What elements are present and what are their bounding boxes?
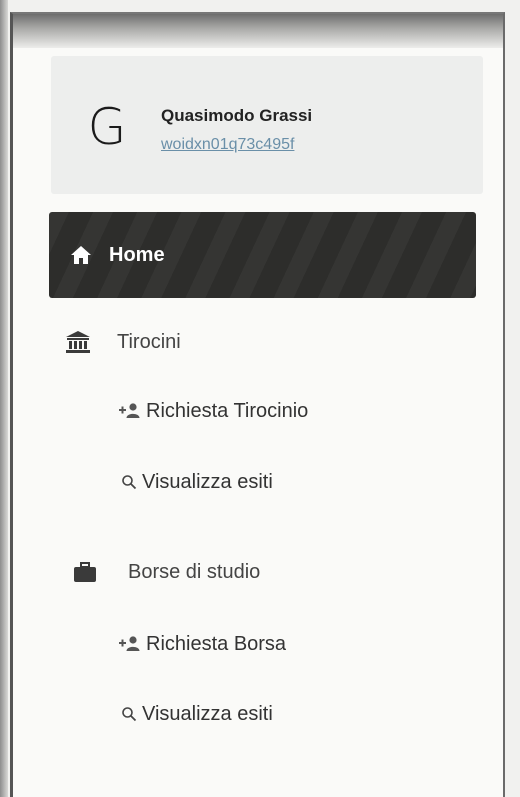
- user-id-link[interactable]: woidxn01q73c495f: [161, 136, 294, 154]
- sidebar-section-borse-di-studio[interactable]: Borse di studio: [73, 554, 260, 590]
- sidebar-item-label: Richiesta Borsa: [146, 632, 287, 655]
- sidebar-item-richiesta-borsa[interactable]: Richiesta Borsa: [119, 629, 286, 659]
- home-icon: [71, 246, 91, 264]
- user-name: Quasimodo Grassi: [161, 106, 313, 125]
- user-plus-icon: [119, 636, 140, 651]
- sidebar-top-bar: [13, 14, 503, 48]
- sidebar-item-label: Home: [109, 243, 165, 266]
- bank-icon: [66, 331, 90, 353]
- briefcase-icon: [74, 562, 96, 582]
- sidebar-item-label: Visualizza esiti: [142, 702, 273, 725]
- user-plus-icon: [119, 403, 140, 418]
- section-label: Borse di studio: [128, 560, 261, 583]
- search-icon: [122, 707, 137, 722]
- sidebar-item-label: Richiesta Tirocinio: [146, 399, 309, 422]
- page-edge: [0, 0, 8, 797]
- sidebar: G Quasimodo Grassi woidxn01q73c495f Home…: [10, 12, 505, 797]
- sidebar-item-visualizza-esiti-tirocini[interactable]: Visualizza esiti: [121, 467, 273, 497]
- sidebar-item-visualizza-esiti-borse[interactable]: Visualizza esiti: [121, 699, 273, 729]
- avatar: G: [87, 98, 127, 156]
- section-label: Tirocini: [117, 330, 181, 353]
- sidebar-section-tirocini[interactable]: Tirocini: [65, 324, 181, 360]
- sidebar-item-home[interactable]: Home: [49, 212, 476, 298]
- page: G Quasimodo Grassi woidxn01q73c495f Home…: [0, 0, 520, 797]
- user-card: G Quasimodo Grassi woidxn01q73c495f: [51, 56, 483, 194]
- sidebar-item-label: Visualizza esiti: [142, 470, 273, 493]
- sidebar-item-richiesta-tirocinio[interactable]: Richiesta Tirocinio: [119, 396, 308, 426]
- search-icon: [122, 475, 137, 490]
